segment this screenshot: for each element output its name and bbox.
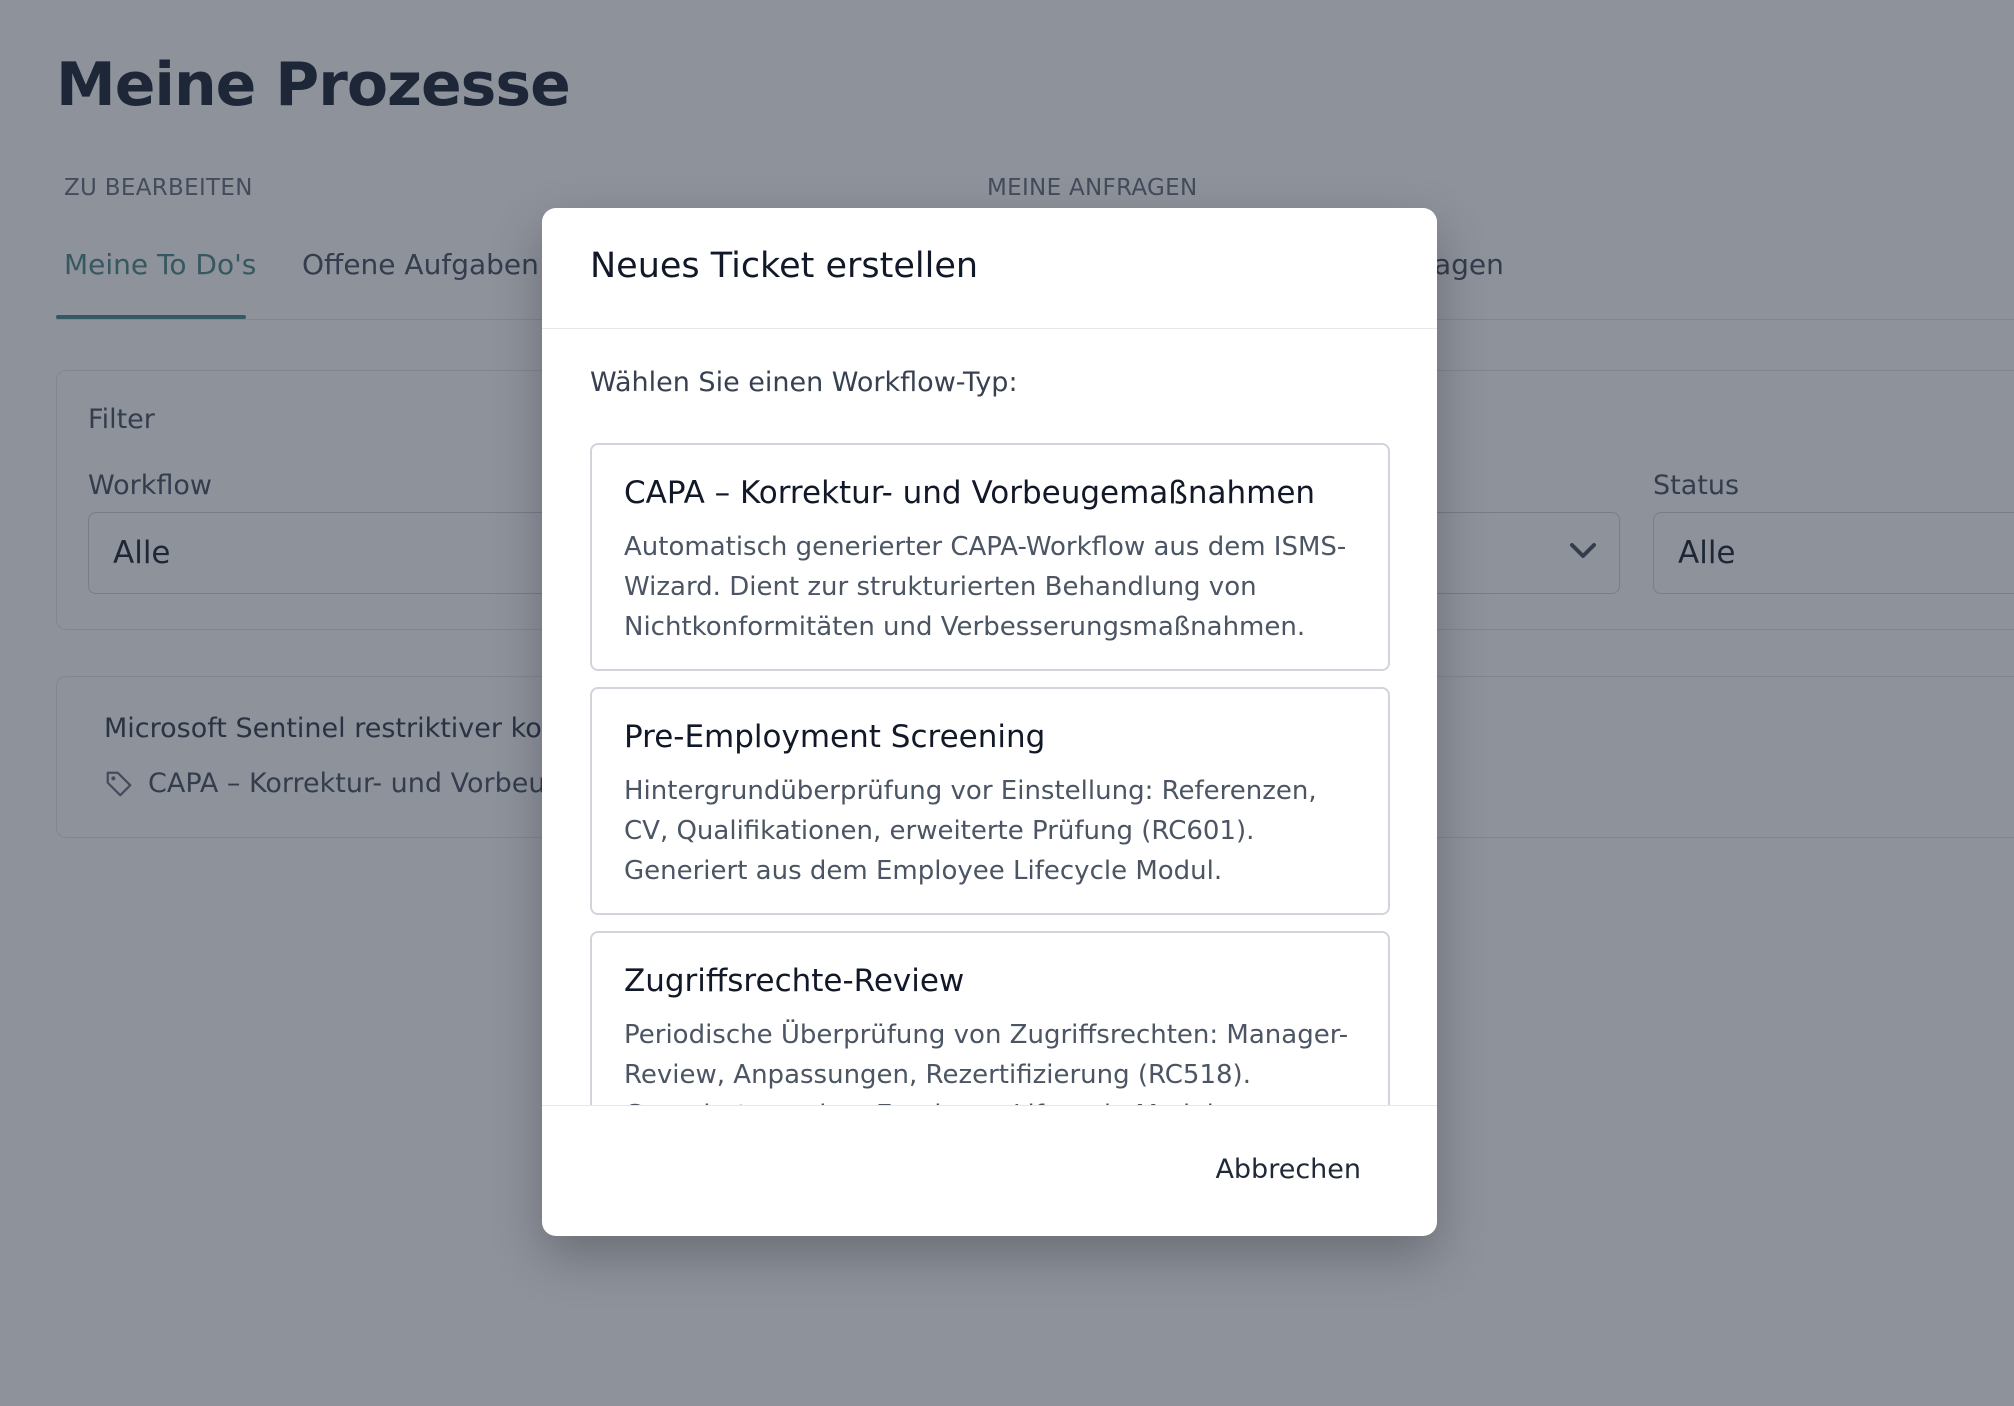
workflow-option-capa[interactable]: CAPA – Korrektur- und Vorbeugemaßnahmen …	[590, 443, 1390, 671]
workflow-option-description: Periodische Überprüfung von Zugriffsrech…	[624, 1020, 1349, 1105]
workflow-option-description: Automatisch generierter CAPA-Workflow au…	[624, 532, 1347, 642]
workflow-option-title: CAPA – Korrektur- und Vorbeugemaßnahmen	[624, 475, 1316, 511]
workflow-option-description: Hintergrundüberprüfung vor Einstellung: …	[624, 776, 1317, 886]
modal-header: Neues Ticket erstellen	[542, 208, 1437, 329]
workflow-option-title: Pre-Employment Screening	[624, 719, 1046, 755]
workflow-option-pre-employment-screening[interactable]: Pre-Employment Screening Hintergrundüber…	[590, 687, 1390, 915]
workflow-type-prompt: Wählen Sie einen Workflow-Typ:	[590, 367, 1018, 398]
workflow-option-access-rights-review[interactable]: Zugriffsrechte-Review Periodische Überpr…	[590, 931, 1390, 1105]
cancel-button[interactable]: Abbrechen	[1215, 1154, 1361, 1185]
modal-body[interactable]: Wählen Sie einen Workflow-Typ: CAPA – Ko…	[542, 329, 1437, 1105]
workflow-option-title: Zugriffsrechte-Review	[624, 963, 965, 999]
modal-title: Neues Ticket erstellen	[590, 246, 979, 286]
modal-footer: Abbrechen	[542, 1105, 1437, 1236]
new-ticket-modal: Neues Ticket erstellen Wählen Sie einen …	[542, 208, 1437, 1236]
